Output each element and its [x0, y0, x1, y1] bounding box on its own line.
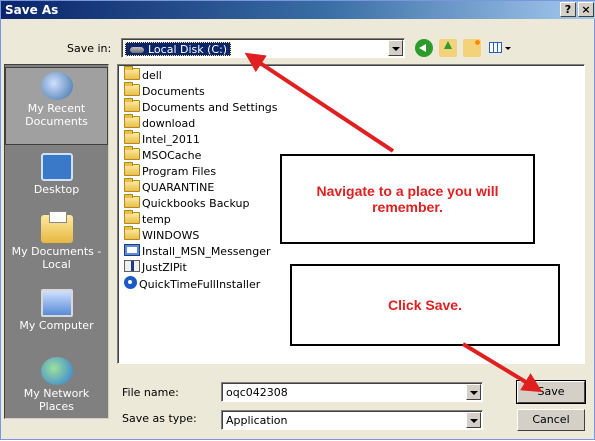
window-title: Save As	[5, 3, 59, 17]
places-label: My Network Places	[23, 387, 90, 413]
file-name-field[interactable]: oqc042308	[221, 382, 483, 402]
list-item[interactable]: WINDOWS	[124, 226, 200, 244]
save-as-type-value: Application	[226, 414, 288, 427]
chevron-down-icon[interactable]	[388, 40, 403, 56]
installer-icon	[124, 244, 140, 256]
save-as-type-dropdown[interactable]: Application	[221, 410, 483, 430]
save-button[interactable]: Save	[516, 380, 586, 404]
folder-icon	[124, 130, 140, 144]
list-item[interactable]: QUARANTINE	[124, 178, 215, 196]
file-name-value: oqc042308	[226, 386, 288, 399]
save-in-selected: Local Disk (C:)	[125, 42, 232, 56]
folder-icon	[124, 162, 140, 176]
list-item[interactable]: QuickTimeFullInstaller	[124, 276, 260, 292]
list-item-label: QUARANTINE	[142, 181, 215, 194]
list-item-label: Documents	[142, 85, 205, 98]
recent-documents-icon	[40, 72, 73, 100]
places-label: Desktop	[33, 183, 80, 196]
list-item-label: JustZIPit	[142, 261, 187, 274]
list-item[interactable]: Quickbooks Backup	[124, 194, 250, 212]
folder-icon	[124, 210, 140, 224]
toolbar	[415, 39, 513, 57]
places-item-desktop[interactable]: Desktop	[5, 149, 108, 203]
chevron-down-icon[interactable]	[466, 412, 481, 428]
caret-down-icon	[505, 47, 511, 50]
quicktime-icon	[124, 276, 137, 289]
up-folder-icon[interactable]	[439, 39, 457, 57]
close-button[interactable]: ×	[578, 2, 594, 17]
my-computer-icon	[40, 289, 73, 317]
help-button[interactable]: ?	[560, 2, 576, 17]
title-bar: Save As ? ×	[1, 1, 595, 19]
list-item-label: Quickbooks Backup	[142, 197, 250, 210]
callout-click-save: Click Save.	[290, 264, 560, 346]
back-icon[interactable]	[415, 39, 433, 57]
chevron-down-icon[interactable]	[466, 384, 481, 400]
places-item-network[interactable]: My Network Places	[5, 353, 108, 417]
folder-icon	[124, 98, 140, 112]
list-item[interactable]: Documents and Settings	[124, 98, 278, 116]
list-item[interactable]: MSOCache	[124, 146, 202, 164]
save-in-dropdown[interactable]: Local Disk (C:)	[121, 38, 405, 58]
list-item-label: Program Files	[142, 165, 217, 178]
network-places-icon	[40, 357, 73, 385]
folder-icon	[124, 178, 140, 192]
cancel-button[interactable]: Cancel	[517, 409, 585, 431]
list-item-label: MSOCache	[142, 149, 202, 162]
callout-navigate: Navigate to a place you will remember.	[280, 154, 535, 244]
new-folder-icon[interactable]	[463, 39, 481, 57]
list-item-label: Install_MSN_Messenger	[142, 245, 271, 258]
folder-icon	[124, 194, 140, 208]
list-item-label: temp	[142, 213, 171, 226]
save-in-value: Local Disk (C:)	[148, 43, 228, 56]
list-item-label: QuickTimeFullInstaller	[139, 278, 261, 291]
places-item-my-computer[interactable]: My Computer	[5, 285, 108, 341]
list-item-label: Documents and Settings	[142, 101, 278, 114]
views-menu-icon[interactable]	[487, 39, 513, 57]
list-item[interactable]: Install_MSN_Messenger	[124, 244, 271, 260]
places-label: My Documents - Local	[11, 245, 102, 271]
places-item-recent[interactable]: My Recent Documents	[5, 67, 108, 145]
list-item[interactable]: Program Files	[124, 162, 217, 180]
list-item[interactable]: download	[124, 114, 196, 132]
list-item-label: Intel_2011	[142, 133, 200, 146]
folder-icon	[124, 226, 140, 240]
zip-icon	[124, 260, 140, 272]
list-item-label: dell	[142, 69, 162, 82]
places-item-my-documents[interactable]: My Documents - Local	[5, 211, 108, 279]
list-item-label: download	[142, 117, 196, 130]
title-buttons: ? ×	[560, 2, 594, 17]
file-name-label: File name:	[122, 386, 179, 399]
local-disk-icon	[130, 47, 144, 53]
list-item[interactable]: Documents	[124, 82, 205, 100]
save-as-type-label: Save as type:	[122, 412, 197, 425]
my-documents-icon	[40, 211, 73, 243]
list-item[interactable]: JustZIPit	[124, 260, 187, 276]
list-item-label: WINDOWS	[142, 229, 200, 242]
folder-icon	[124, 146, 140, 160]
save-as-dialog: Save As ? × Save in: Local Disk (C:) My …	[0, 0, 595, 440]
folder-icon	[124, 82, 140, 96]
places-label: My Computer	[19, 319, 94, 332]
save-in-label: Save in:	[67, 42, 112, 55]
places-bar: My Recent Documents Desktop My Documents…	[4, 64, 109, 419]
folder-icon	[124, 114, 140, 128]
views-grid-icon	[489, 42, 502, 53]
folder-icon	[124, 66, 140, 80]
list-item[interactable]: Intel_2011	[124, 130, 200, 148]
places-label: My Recent Documents	[25, 102, 88, 128]
desktop-icon	[40, 153, 73, 181]
